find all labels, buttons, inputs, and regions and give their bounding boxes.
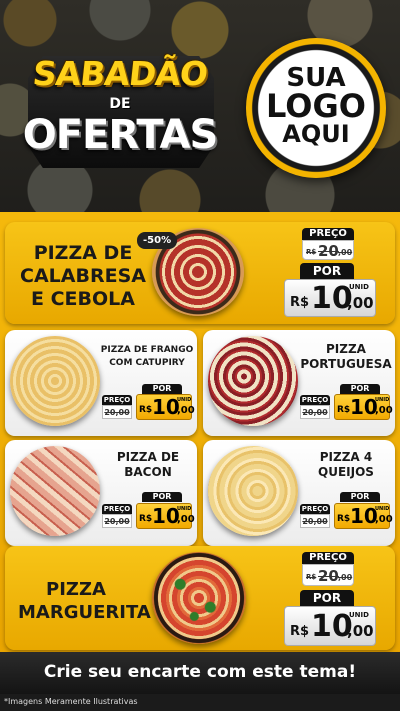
price-decimal: ,00 [347, 294, 374, 312]
product-name-bacon: PIZZA DE BACON [100, 450, 196, 480]
pizza-marguerita-image [152, 552, 246, 644]
new-price-marguerita: R$ 10 ,00 UNID [284, 606, 376, 646]
old-price-queijos: 20,00 [300, 514, 330, 528]
unit-label: UNID [177, 506, 192, 512]
price-decimal: ,00 [347, 622, 374, 640]
header-banner: SABADÃO DE OFERTAS SUA LOGO AQUI [0, 0, 400, 218]
title-ofertas: OFERTAS [22, 112, 219, 158]
old-price-value: 20,00 [302, 517, 328, 526]
product-name-line: CALABRESA [20, 265, 146, 287]
product-name-line: PIZZA [46, 579, 106, 600]
product-name-frango: PIZZA DE FRANGO COM CATUPIRY [100, 344, 194, 370]
price-label-preco: PREÇO [302, 228, 354, 240]
old-price-currency: R$ [306, 573, 317, 581]
product-name-line: QUEIJOS [318, 465, 374, 479]
currency-symbol: R$ [337, 405, 351, 415]
old-price-value: 20,00 [302, 408, 328, 417]
old-price-decimal: ,00 [338, 573, 353, 582]
logo-text: SUA LOGO AQUI [246, 64, 386, 148]
price-label-por: POR [340, 492, 380, 502]
currency-symbol: R$ [139, 405, 153, 415]
title-block: SABADÃO DE OFERTAS [22, 34, 218, 174]
price-decimal: ,00 [375, 405, 393, 416]
product-name-line: BACON [124, 465, 172, 479]
old-price-frango: 20,00 [102, 405, 132, 419]
logo-text-line: LOGO [266, 87, 366, 125]
old-price-integer: 20 [318, 567, 339, 585]
price-label-preco: PREÇO [102, 504, 132, 514]
unit-label: UNID [177, 397, 192, 403]
product-name-portuguesa: PIZZA PORTUGUESA [296, 342, 396, 372]
product-name-line: PIZZA [326, 342, 366, 356]
price-label-preco: PREÇO [102, 395, 132, 405]
product-name-line: PIZZA 4 [319, 450, 373, 464]
old-price-integer: 20 [318, 242, 339, 260]
currency-symbol: R$ [337, 514, 351, 524]
product-name-line: E CEBOLA [31, 288, 135, 310]
disclaimer-note: *Imagens Meramente Ilustrativas [4, 697, 138, 706]
discount-badge: -50% [137, 232, 178, 249]
price-label-preco: PREÇO [302, 552, 354, 564]
flyer: SABADÃO DE OFERTAS SUA LOGO AQUI PIZZA D… [0, 0, 400, 711]
price-label-por: POR [142, 384, 182, 394]
product-name-line: PORTUGUESA [300, 357, 392, 371]
currency-symbol: R$ [290, 624, 310, 639]
product-name-marguerita: PIZZA MARGUERITA [18, 578, 151, 624]
price-integer: 10 [152, 504, 180, 528]
cta-banner[interactable]: Crie seu encarte com este tema! [0, 652, 400, 694]
product-name-queijos: PIZZA 4 QUEIJOS [296, 450, 396, 480]
price-integer: 10 [350, 504, 378, 528]
price-label-preco: PREÇO [300, 504, 330, 514]
old-price-bacon: 20,00 [102, 514, 132, 528]
price-label-por: POR [300, 263, 354, 279]
price-decimal: ,00 [375, 514, 393, 525]
title-de: DE [109, 96, 131, 112]
old-price-decimal: ,00 [338, 248, 353, 257]
new-price-calabresa: R$ 10 ,00 UNID [284, 279, 376, 317]
price-decimal: ,00 [177, 405, 195, 416]
old-price-value: 20,00 [104, 517, 130, 526]
product-name-line: MARGUERITA [18, 602, 151, 623]
product-name-line: COM CATUPIRY [109, 358, 185, 368]
price-label-preco: PREÇO [300, 395, 330, 405]
logo-placeholder[interactable]: SUA LOGO AQUI [246, 38, 386, 178]
currency-symbol: R$ [290, 295, 310, 310]
product-name-calabresa: PIZZA DE CALABRESA E CEBOLA [18, 242, 148, 311]
price-label-por: POR [340, 384, 380, 394]
new-price-frango: R$ 10 ,00 UNID [136, 394, 195, 420]
unit-label: UNID [375, 506, 390, 512]
price-decimal: ,00 [177, 514, 195, 525]
price-integer: 10 [350, 395, 378, 419]
product-name-line: PIZZA DE [33, 242, 133, 264]
pizza-portuguesa-image [208, 336, 298, 426]
old-price-portuguesa: 20,00 [300, 405, 330, 419]
old-price-calabresa: R$ 20 ,00 [302, 240, 354, 260]
new-price-bacon: R$ 10 ,00 UNID [136, 503, 195, 529]
old-price-value: 20,00 [104, 408, 130, 417]
price-label-por: POR [142, 492, 182, 502]
currency-symbol: R$ [139, 514, 153, 524]
product-name-line: PIZZA DE [116, 450, 180, 464]
price-integer: 10 [152, 395, 180, 419]
title-sabadao: SABADÃO [30, 54, 210, 93]
unit-label: UNID [349, 611, 369, 619]
unit-label: UNID [375, 397, 390, 403]
product-name-line: PIZZA DE FRANGO [100, 345, 194, 355]
old-price-marguerita: R$ 20 ,00 [302, 564, 354, 586]
new-price-queijos: R$ 10 ,00 UNID [334, 503, 393, 529]
new-price-portuguesa: R$ 10 ,00 UNID [334, 394, 393, 420]
pizza-queijos-image [208, 446, 298, 536]
price-label-por: POR [300, 590, 354, 606]
unit-label: UNID [349, 283, 369, 291]
pizza-frango-image [10, 336, 100, 426]
pizza-bacon-image [10, 446, 100, 536]
old-price-currency: R$ [306, 248, 317, 256]
